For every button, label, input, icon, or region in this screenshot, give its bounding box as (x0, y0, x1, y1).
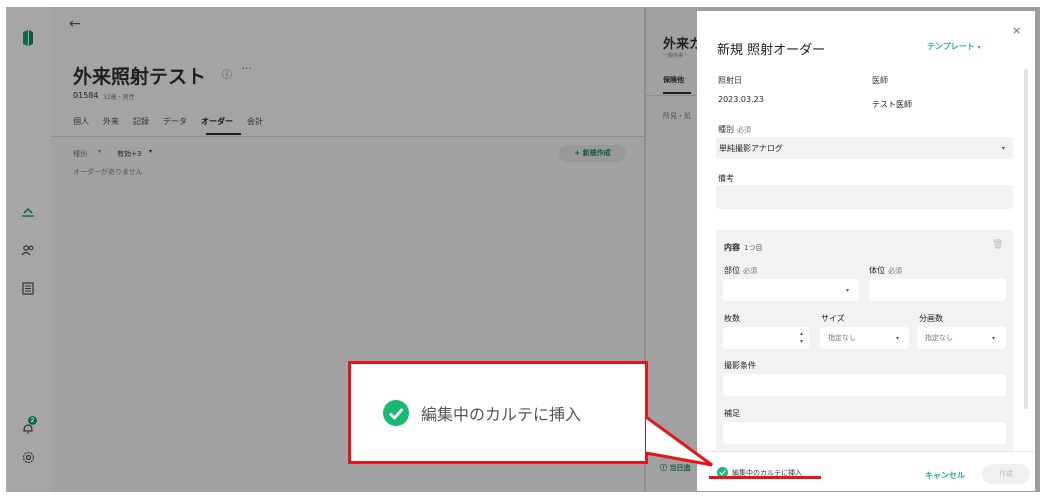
size-select[interactable]: 指定なし ▾ (820, 327, 909, 349)
tab-divider (51, 136, 645, 137)
left-rail: 2 (6, 7, 51, 492)
highlight-underline (709, 476, 821, 479)
content-section: 内容 1つ目 🗑 部位 必須 ▾ 体位 必須 枚数 ▴ ▾ サイズ 指定なし ▾ 分画… (716, 230, 1013, 458)
condition-label: 撮影条件 (724, 361, 756, 370)
users-icon[interactable] (19, 241, 37, 259)
patient-id: 01584 (73, 91, 99, 100)
doctor-value[interactable]: テスト医師 (872, 99, 912, 110)
list-icon[interactable] (19, 279, 37, 297)
size-label: サイズ (821, 314, 845, 323)
template-chevron-icon: ▾ (977, 44, 981, 51)
supplement-input[interactable] (723, 422, 1006, 444)
tab-data[interactable]: データ (163, 116, 187, 127)
new-order-button-label: + 新規作成 (574, 149, 611, 157)
type-required: 必須 (737, 126, 751, 134)
part-required: 必須 (743, 267, 757, 275)
notification-badge: 2 (28, 416, 37, 425)
type-label-text: 種別 (718, 125, 734, 134)
tab-personal[interactable]: 個人 (73, 116, 89, 127)
patient-tabs: 個人 外来 記録 データ オーダー 会計 (73, 116, 263, 127)
template-label: テンプレート (927, 42, 975, 51)
filter-status-chevron-icon: ▾ (149, 148, 153, 155)
chart-tab-indicator (663, 92, 691, 94)
notes-input[interactable] (716, 185, 1013, 209)
cancel-button[interactable]: キャンセル (925, 470, 965, 481)
position-required: 必須 (888, 267, 902, 275)
filter-type-chevron-icon: ▾ (98, 148, 102, 155)
create-button[interactable]: 作成 (982, 464, 1030, 484)
notes-label: 備考 (718, 174, 734, 183)
patient-meta: 32歳・男性 (103, 94, 135, 101)
sheets-stepper[interactable]: ▴ ▾ (723, 327, 809, 349)
content-count: 1つ目 (744, 244, 763, 252)
type-select[interactable]: 単純撮影アナログ ▾ (716, 137, 1013, 159)
home-icon[interactable] (19, 203, 37, 221)
stepper-down-icon[interactable]: ▾ (800, 338, 803, 345)
new-order-drawer: 新規 照射オーダー テンプレート ▾ × 照射日 2023.03.23 医師 テ… (697, 11, 1035, 491)
chart-divider (646, 95, 702, 96)
supplement-label: 補足 (724, 409, 740, 418)
callout-text: 編集中のカルテに挿入 (421, 405, 582, 424)
stepper-up-icon[interactable]: ▴ (800, 330, 803, 337)
tab-billing[interactable]: 会計 (247, 116, 263, 127)
position-label-text: 体位 (869, 266, 885, 275)
patient-title: 外来照射テスト (73, 66, 207, 88)
type-value: 単純撮影アナログ (719, 144, 783, 153)
date-label: 照射日 (718, 76, 742, 85)
position-label: 体位 必須 (869, 265, 902, 276)
type-label: 種別 必須 (718, 124, 751, 135)
delete-icon[interactable]: 🗑 (992, 240, 1003, 250)
tab-insurance[interactable]: 保険他 (663, 75, 684, 85)
notification-icon[interactable]: 2 (19, 416, 37, 437)
part-chevron-icon: ▾ (846, 287, 850, 294)
content-title: 内容 1つ目 (724, 242, 762, 253)
tab-order[interactable]: オーダー (201, 116, 233, 127)
chart-sub: 一般外来・ (663, 53, 689, 59)
doctor-label: 医師 (872, 76, 888, 85)
sheets-label: 枚数 (724, 314, 740, 323)
split-chevron-icon: ▾ (992, 335, 996, 342)
new-order-button[interactable]: + 新規作成 (559, 145, 626, 162)
type-chevron-icon: ▾ (1002, 145, 1006, 152)
part-label: 部位 必須 (724, 265, 757, 276)
size-value: 指定なし (828, 334, 856, 342)
chart-findings: 所見・処 (663, 112, 691, 120)
tab-outpatient[interactable]: 外来 (103, 116, 119, 127)
split-label: 分画数 (919, 314, 943, 323)
create-button-label: 作成 (999, 470, 1013, 478)
callout-box: 編集中のカルテに挿入 (348, 361, 648, 464)
close-icon[interactable]: × (1012, 24, 1021, 37)
part-select[interactable]: ▾ (723, 279, 859, 301)
filter-status[interactable]: 有効+3 (117, 149, 141, 159)
part-label-text: 部位 (724, 266, 740, 275)
split-select[interactable]: 指定なし ▾ (917, 327, 1006, 349)
content-label: 内容 (724, 243, 740, 252)
size-chevron-icon: ▾ (896, 335, 900, 342)
drawer-title: 新規 照射オーダー (717, 43, 826, 58)
back-arrow-icon[interactable]: ← (69, 16, 81, 32)
settings-gear-icon[interactable] (19, 448, 37, 466)
tab-record[interactable]: 記録 (133, 116, 149, 127)
empty-orders-text: オーダーがありません (73, 168, 143, 176)
split-value: 指定なし (925, 334, 953, 342)
active-tab-indicator (206, 133, 241, 135)
position-input[interactable] (869, 279, 1006, 301)
filter-type[interactable]: 種別 (73, 149, 87, 159)
app-logo-icon (19, 29, 37, 47)
callout-check-circle-icon (383, 400, 409, 426)
condition-input[interactable] (723, 374, 1006, 396)
date-value[interactable]: 2023.03.23 (718, 95, 764, 104)
callout-pointer (645, 415, 713, 467)
more-icon[interactable]: ··· (242, 64, 252, 75)
info-icon[interactable]: ⓘ (222, 66, 232, 81)
drawer-scrollbar[interactable] (1024, 69, 1028, 409)
callout-content: 編集中のカルテに挿入 (383, 400, 581, 426)
template-dropdown[interactable]: テンプレート ▾ (927, 41, 981, 52)
drawer-footer: 編集中のカルテに挿入 キャンセル 作成 (697, 451, 1035, 491)
